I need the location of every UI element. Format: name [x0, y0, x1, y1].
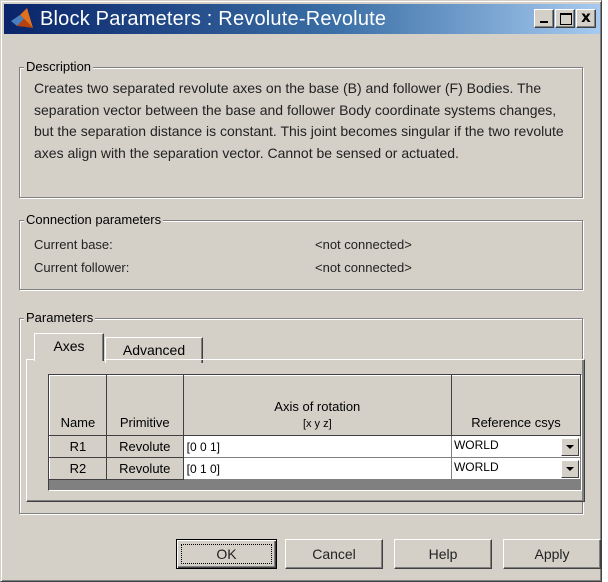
current-follower-value: <not connected> — [315, 260, 412, 275]
current-base-label: Current base: — [34, 237, 113, 252]
description-text: Creates two separated revolute axes on t… — [34, 80, 564, 161]
row-primitive: Revolute — [105, 435, 184, 458]
tab-axes[interactable]: Axes — [34, 333, 104, 361]
minimize-button[interactable] — [534, 9, 554, 28]
title-bar[interactable]: Block Parameters : Revolute-Revolute x — [4, 4, 600, 34]
header-axis-line2: [x y z] — [302, 418, 332, 430]
maximize-button[interactable] — [555, 9, 575, 28]
header-axis-of-rotation: Axis of rotation [x y z] — [182, 375, 452, 436]
cancel-button[interactable]: Cancel — [285, 539, 383, 569]
header-reference-csys: Reference csys — [450, 375, 582, 436]
axis-input[interactable]: [0 1 0] — [182, 457, 452, 480]
block-parameters-dialog: Block Parameters : Revolute-Revolute x D… — [0, 0, 602, 582]
chevron-down-icon[interactable] — [560, 459, 579, 478]
row-primitive: Revolute — [105, 457, 184, 480]
table-row: R2 Revolute [0 1 0] WORLD — [49, 457, 582, 480]
description-legend: Description — [24, 59, 94, 75]
help-button[interactable]: Help — [394, 539, 492, 569]
reference-csys-value: WORLD — [453, 437, 499, 452]
header-axis-line1: Axis of rotation — [274, 399, 361, 414]
axes-table: Name Primitive Axis of rotation [x y z] … — [48, 374, 582, 491]
window-title: Block Parameters : Revolute-Revolute — [40, 7, 387, 30]
apply-button[interactable]: Apply — [503, 539, 601, 569]
connection-legend: Connection parameters — [24, 212, 164, 228]
header-primitive: Primitive — [105, 375, 184, 436]
matlab-logo-icon — [11, 8, 33, 28]
row-name: R1 — [49, 435, 107, 458]
axis-input[interactable]: [0 0 1] — [182, 435, 452, 458]
connection-parameters-group: Connection parameters — [19, 212, 583, 290]
current-follower-label: Current follower: — [34, 260, 130, 275]
close-button[interactable]: x — [576, 9, 596, 28]
reference-csys-value: WORLD — [453, 459, 499, 474]
reference-csys-select[interactable]: WORLD — [450, 435, 582, 458]
table-row: R1 Revolute [0 0 1] WORLD — [49, 435, 582, 458]
current-base-value: <not connected> — [315, 237, 412, 252]
parameters-legend: Parameters — [24, 310, 96, 326]
ok-button[interactable]: OK — [176, 539, 277, 569]
header-name: Name — [49, 375, 107, 436]
reference-csys-select[interactable]: WORLD — [450, 457, 582, 480]
row-name: R2 — [49, 457, 107, 480]
chevron-down-icon[interactable] — [560, 437, 579, 456]
